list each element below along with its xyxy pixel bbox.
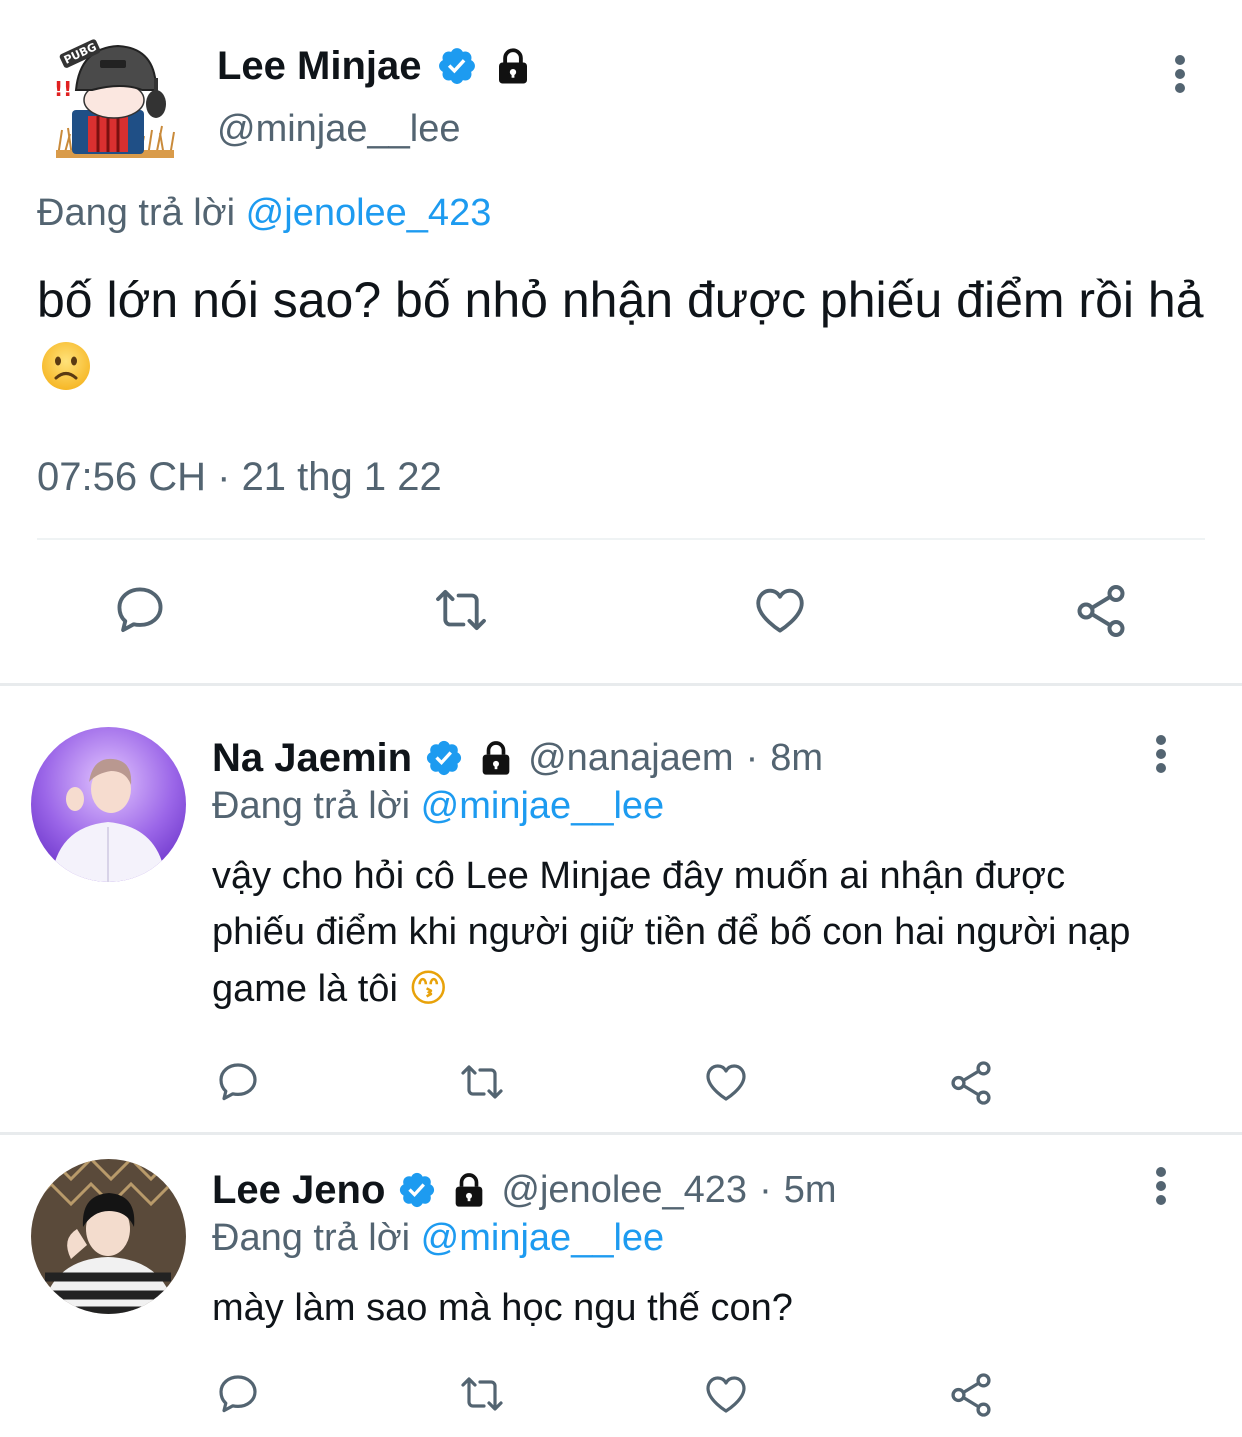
comment-icon: [219, 1063, 257, 1101]
reply-to-handle-link[interactable]: @minjae__lee: [421, 1217, 665, 1259]
reply-text: mày làm sao mà học ngu thế con?: [212, 1287, 793, 1329]
share-button[interactable]: [944, 1056, 998, 1110]
reply-more-button[interactable]: [1141, 724, 1181, 784]
retweet-icon: [461, 1377, 503, 1411]
reply-avatar[interactable]: [31, 727, 186, 882]
section-divider: [0, 683, 1242, 686]
tweet-time[interactable]: 07:56 CH: [37, 455, 206, 499]
lock-icon: [476, 738, 516, 778]
reply-header: Na Jaemin @nanajaem · 8m: [212, 731, 823, 785]
more-vertical-icon: [1175, 55, 1185, 93]
share-button[interactable]: [1068, 578, 1134, 644]
like-button[interactable]: [748, 578, 812, 642]
header-separator: ·: [759, 1168, 772, 1211]
share-button[interactable]: [944, 1368, 998, 1422]
share-icon: [1077, 585, 1125, 637]
frowning-face-emoji: [41, 339, 91, 409]
verified-badge-icon: [397, 1170, 437, 1210]
reply-button[interactable]: [212, 1368, 264, 1420]
main-tweet-replying-to: Đang trả lời @jenolee_423: [37, 192, 491, 235]
reply-display-name[interactable]: Na Jaemin: [212, 736, 412, 781]
reply-age[interactable]: 5m: [784, 1169, 837, 1212]
reply-text: vậy cho hỏi cô Lee Minjae đây muốn ai nh…: [212, 855, 1131, 1010]
lock-icon: [449, 1170, 489, 1210]
avatar-photo: [31, 727, 186, 882]
more-vertical-icon: [1156, 735, 1166, 773]
reply-header: Lee Jeno @jenolee_423 · 5m: [212, 1163, 837, 1217]
header-separator: ·: [745, 736, 759, 779]
heart-icon: [756, 588, 804, 633]
reply-body: mày làm sao mà học ngu thế con?: [212, 1280, 1142, 1336]
main-tweet-display-name[interactable]: Lee Minjae: [217, 44, 422, 89]
tweet-date[interactable]: 21 thg 1 22: [242, 455, 442, 499]
reply-replying-to: Đang trả lời @minjae__lee: [212, 785, 664, 828]
retweet-button[interactable]: [454, 1056, 510, 1108]
reply-to-handle-link[interactable]: @jenolee_423: [246, 192, 492, 234]
reply-to-handle-link[interactable]: @minjae__lee: [421, 785, 665, 827]
share-icon: [951, 1373, 991, 1417]
reply-handle[interactable]: @jenolee_423: [501, 1169, 747, 1212]
main-tweet-timestamp: 07:56 CH · 21 thg 1 22: [37, 455, 442, 500]
like-button[interactable]: [700, 1368, 752, 1420]
retweet-button[interactable]: [454, 1368, 510, 1420]
comment-icon: [117, 587, 163, 632]
main-tweet-body: bố lớn nói sao? bố nhỏ nhận được phiếu đ…: [37, 265, 1217, 409]
reply-avatar[interactable]: [31, 1159, 186, 1314]
section-divider: [0, 1132, 1242, 1135]
reply-body: vậy cho hỏi cô Lee Minjae đây muốn ai nh…: [212, 848, 1142, 1017]
retweet-button[interactable]: [426, 578, 496, 642]
reply-more-button[interactable]: [1141, 1156, 1181, 1216]
verified-badge-icon: [424, 738, 464, 778]
reply-button[interactable]: [108, 578, 172, 642]
reply-prefix: Đang trả lời: [212, 1217, 411, 1259]
main-tweet-divider: [37, 538, 1205, 540]
main-tweet-avatar[interactable]: !! PUBG: [52, 38, 177, 160]
retweet-icon: [461, 1065, 503, 1099]
verified-badge-icon: [436, 45, 478, 87]
lock-icon: [492, 45, 534, 87]
reply-prefix: Đang trả lời: [37, 192, 236, 234]
main-tweet-text: bố lớn nói sao? bố nhỏ nhận được phiếu đ…: [37, 272, 1204, 328]
main-tweet-more-button[interactable]: [1160, 44, 1200, 104]
reply-age[interactable]: 8m: [770, 737, 823, 780]
svg-text:!!: !!: [54, 77, 72, 101]
avatar-photo: [31, 1159, 186, 1314]
reply-display-name[interactable]: Lee Jeno: [212, 1168, 385, 1213]
heart-icon: [706, 1376, 746, 1413]
comment-icon: [219, 1375, 257, 1413]
reply-handle[interactable]: @nanajaem: [528, 737, 733, 780]
more-vertical-icon: [1156, 1167, 1166, 1205]
main-tweet-handle[interactable]: @minjae__lee: [217, 108, 461, 151]
heart-icon: [706, 1064, 746, 1101]
share-icon: [951, 1061, 991, 1105]
retweet-icon: [436, 589, 486, 631]
reply-prefix: Đang trả lời: [212, 785, 411, 827]
reply-button[interactable]: [212, 1056, 264, 1108]
reply-emoji: 😙: [408, 966, 449, 1010]
reply-replying-to: Đang trả lời @minjae__lee: [212, 1217, 664, 1260]
like-button[interactable]: [700, 1056, 752, 1108]
main-tweet-name-row: Lee Minjae: [217, 38, 534, 94]
timestamp-separator: ·: [217, 455, 231, 499]
